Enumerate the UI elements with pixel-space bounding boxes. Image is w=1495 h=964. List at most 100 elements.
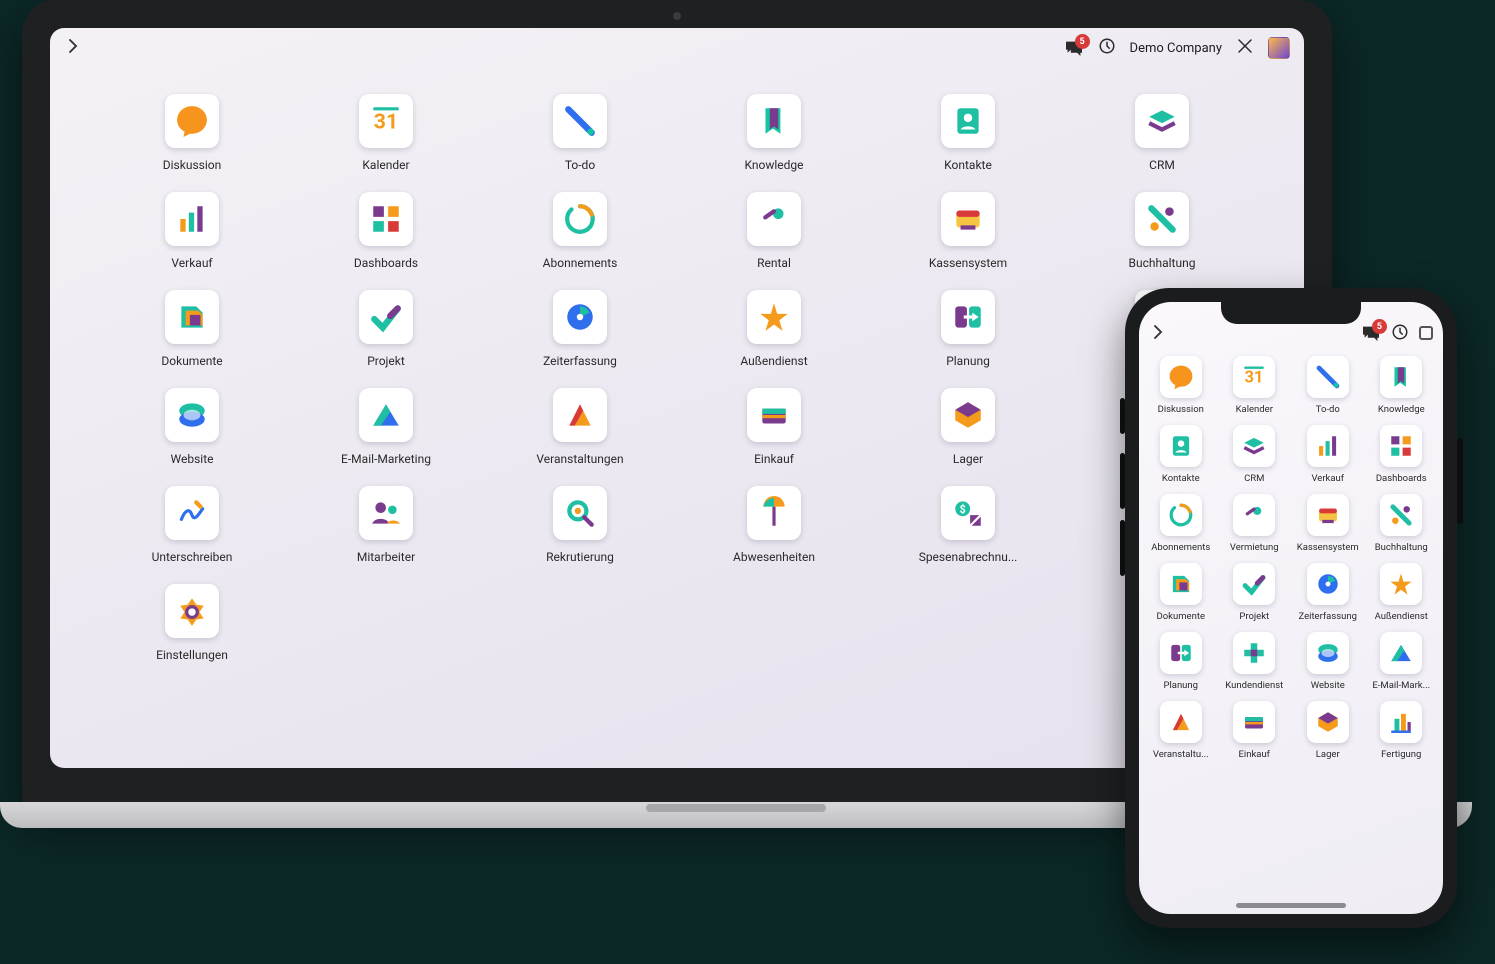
laptop-topbar: 5 Demo Company — [50, 28, 1304, 68]
app-todo[interactable]: To-do — [525, 94, 635, 172]
sign-icon — [175, 496, 209, 530]
app-settings[interactable]: Einstellungen — [137, 584, 247, 662]
app-planning[interactable]: Planung — [1146, 632, 1216, 691]
app-employees[interactable]: Mitarbeiter — [331, 486, 441, 564]
app-rental[interactable]: Rental — [719, 192, 829, 270]
activity-button-mobile[interactable] — [1391, 323, 1409, 344]
app-events[interactable]: Veranstaltungen — [525, 388, 635, 466]
crm-icon — [1241, 433, 1267, 459]
app-sales[interactable]: Verkauf — [1293, 425, 1363, 484]
rental-icon — [1241, 502, 1267, 528]
dashboards-icon — [369, 202, 403, 236]
app-knowledge[interactable]: Knowledge — [719, 94, 829, 172]
app-icon-planning — [941, 290, 995, 344]
app-icon-planning — [1160, 632, 1202, 674]
app-label: Einkauf — [1239, 749, 1270, 760]
app-discuss[interactable]: Diskussion — [137, 94, 247, 172]
app-label: Rekrutierung — [546, 550, 614, 564]
messages-button-mobile[interactable]: 5 — [1361, 325, 1381, 341]
app-events[interactable]: Veranstaltu... — [1146, 701, 1216, 760]
app-rental[interactable]: Vermietung — [1219, 494, 1289, 553]
clock-icon — [1098, 37, 1116, 55]
app-email[interactable]: E-Mail-Mark... — [1366, 632, 1436, 691]
app-website[interactable]: Website — [1293, 632, 1363, 691]
email-icon — [369, 398, 403, 432]
svg-text:31: 31 — [374, 109, 398, 134]
app-todo[interactable]: To-do — [1293, 356, 1363, 415]
app-contacts[interactable]: Kontakte — [1146, 425, 1216, 484]
app-label: Dokumente — [161, 354, 222, 368]
activity-button[interactable] — [1098, 37, 1116, 59]
app-calendar[interactable]: 31Kalender — [331, 94, 441, 172]
menu-toggle[interactable] — [64, 37, 82, 59]
app-helpdesk[interactable]: Kundendienst — [1219, 632, 1289, 691]
app-pos[interactable]: Kassensystem — [913, 192, 1023, 270]
inventory-icon — [951, 398, 985, 432]
app-project[interactable]: Projekt — [331, 290, 441, 368]
app-knowledge[interactable]: Knowledge — [1366, 356, 1436, 415]
crm-icon — [1145, 104, 1179, 138]
app-label: Spesenabrechnu... — [919, 550, 1018, 564]
app-contacts[interactable]: Kontakte — [913, 94, 1023, 172]
sales-icon — [1315, 433, 1341, 459]
app-pos[interactable]: Kassensystem — [1293, 494, 1363, 553]
purchase-icon — [757, 398, 791, 432]
app-expenses[interactable]: $Spesenabrechnu... — [913, 486, 1023, 564]
phone-volume-up — [1120, 453, 1125, 509]
dashboards-icon — [1388, 433, 1414, 459]
app-grid-mobile: Diskussion 31KalenderTo-doKnowledge Kontak… — [1139, 346, 1443, 790]
svg-text:31: 31 — [1245, 368, 1264, 387]
app-sign[interactable]: Unterschreiben — [137, 486, 247, 564]
todo-icon — [1315, 364, 1341, 390]
settings-icon — [175, 594, 209, 628]
app-icon-rental — [1233, 494, 1275, 536]
expand-button[interactable] — [1419, 326, 1433, 340]
app-fieldservice[interactable]: Außendienst — [1366, 563, 1436, 622]
app-inventory[interactable]: Lager — [913, 388, 1023, 466]
app-documents[interactable]: Dokumente — [1146, 563, 1216, 622]
app-label: CRM — [1244, 473, 1264, 484]
app-crm[interactable]: CRM — [1107, 94, 1217, 172]
app-icon-calendar: 31 — [1233, 356, 1275, 398]
sales-icon — [175, 202, 209, 236]
app-icon-discuss — [1160, 356, 1202, 398]
app-timesheets[interactable]: Zeiterfassung — [525, 290, 635, 368]
app-accounting[interactable]: Buchhaltung — [1366, 494, 1436, 553]
app-icon-pos — [941, 192, 995, 246]
app-crm[interactable]: CRM — [1219, 425, 1289, 484]
app-label: Diskussion — [1158, 404, 1204, 415]
app-timesheets[interactable]: Zeiterfassung — [1293, 563, 1363, 622]
app-inventory[interactable]: Lager — [1293, 701, 1363, 760]
company-name[interactable]: Demo Company — [1130, 41, 1222, 56]
app-mrp[interactable]: Fertigung — [1366, 701, 1436, 760]
app-sales[interactable]: Verkauf — [137, 192, 247, 270]
app-documents[interactable]: Dokumente — [137, 290, 247, 368]
app-discuss[interactable]: Diskussion — [1146, 356, 1216, 415]
app-calendar[interactable]: 31Kalender — [1219, 356, 1289, 415]
app-planning[interactable]: Planung — [913, 290, 1023, 368]
clock-icon — [1391, 323, 1409, 341]
app-email[interactable]: E-Mail-Marketing — [331, 388, 441, 466]
app-website[interactable]: Website — [137, 388, 247, 466]
fieldservice-icon — [757, 300, 791, 334]
app-leaves[interactable]: Abwesenheiten — [719, 486, 829, 564]
menu-toggle-mobile[interactable] — [1149, 323, 1167, 344]
app-purchase[interactable]: Einkauf — [719, 388, 829, 466]
app-label: Einstellungen — [156, 648, 228, 662]
app-icon-email — [359, 388, 413, 442]
app-dashboards[interactable]: Dashboards — [331, 192, 441, 270]
app-recruitment[interactable]: Rekrutierung — [525, 486, 635, 564]
messages-button[interactable]: 5 — [1064, 40, 1084, 56]
app-dashboards[interactable]: Dashboards — [1366, 425, 1436, 484]
user-avatar[interactable] — [1268, 37, 1290, 59]
app-purchase[interactable]: Einkauf — [1219, 701, 1289, 760]
app-project[interactable]: Projekt — [1219, 563, 1289, 622]
app-fieldservice[interactable]: Außendienst — [719, 290, 829, 368]
phone-device: 5 Diskussion 31KalenderTo-doKnowledge Kont… — [1125, 288, 1457, 928]
app-subscriptions[interactable]: Abonnements — [1146, 494, 1216, 553]
app-accounting[interactable]: Buchhaltung — [1107, 192, 1217, 270]
app-subscriptions[interactable]: Abonnements — [525, 192, 635, 270]
app-icon-fieldservice — [747, 290, 801, 344]
dev-tools-button[interactable] — [1236, 37, 1254, 59]
chat-badge-mobile: 5 — [1372, 319, 1387, 334]
